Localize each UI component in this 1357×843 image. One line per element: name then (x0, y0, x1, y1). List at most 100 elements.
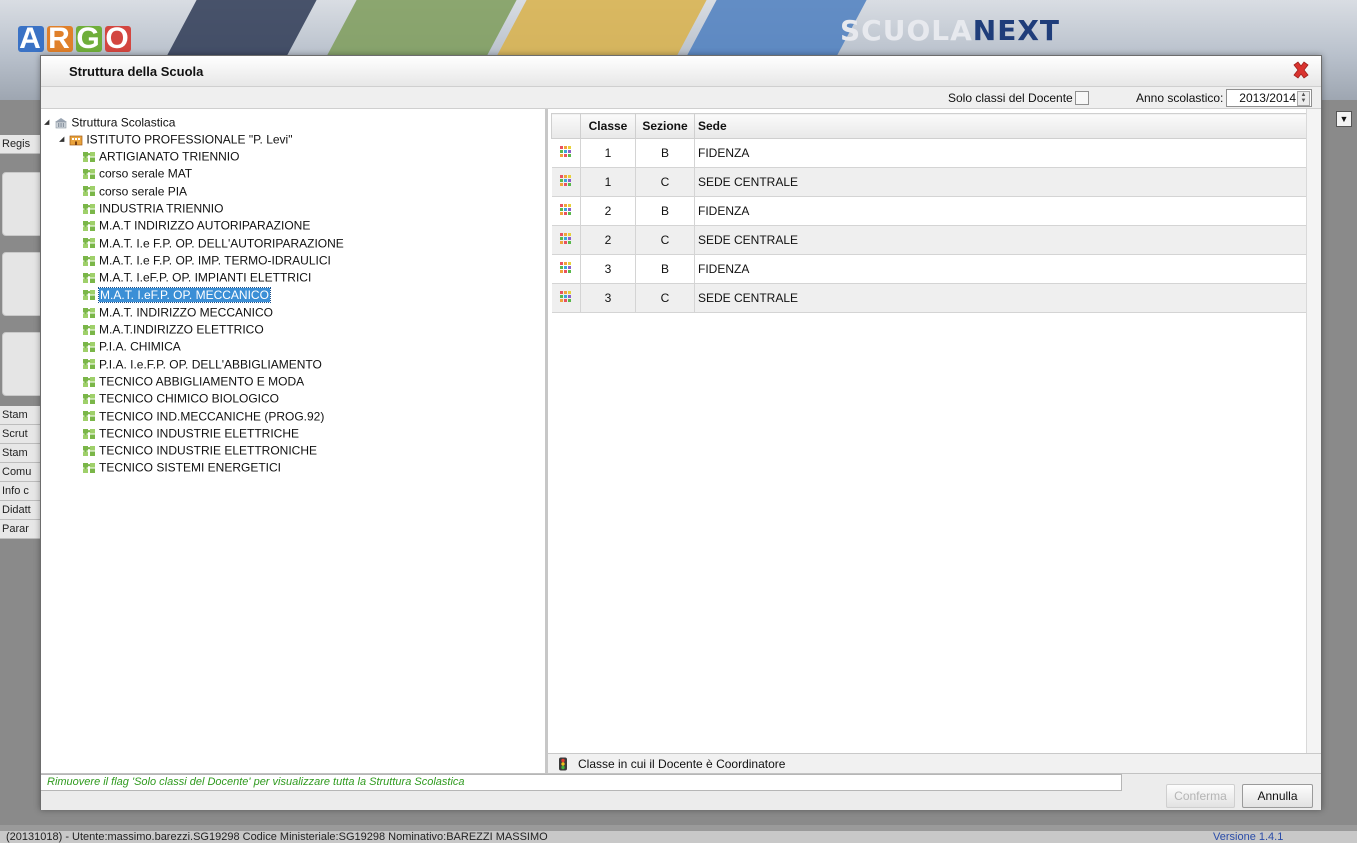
course-puzzle-icon (83, 151, 95, 162)
course-puzzle-icon (83, 394, 95, 405)
tree-node-label: M.A.T.INDIRIZZO ELETTRICO (99, 322, 264, 337)
app-combo-dropdown-icon[interactable]: ▼ (1336, 111, 1352, 127)
anno-scolastico-value: 2013/2014 (1239, 91, 1296, 105)
row-icon-cell (551, 167, 581, 197)
app-menu-item[interactable]: Didatt (0, 501, 45, 520)
classes-table-panel: Classe Sezione Sede 1 B FIDENZA 1 C SEDE CENT… (548, 109, 1321, 779)
table-header-sezione[interactable]: Sezione (635, 113, 695, 139)
legend-bar: Classe in cui il Docente è Coordinatore (548, 753, 1321, 774)
course-puzzle-icon (83, 463, 95, 474)
cell-classe: 1 (580, 167, 636, 197)
class-grid-icon (560, 291, 572, 302)
tree-node-course[interactable]: corso serale PIA (82, 183, 187, 200)
table-row[interactable]: 1 B FIDENZA (551, 138, 1307, 168)
tree-node-course[interactable]: M.A.T INDIRIZZO AUTORIPARAZIONE (82, 217, 310, 234)
class-grid-icon (560, 175, 572, 186)
app-menu-item[interactable]: Stam (0, 406, 45, 425)
table-scrollbar[interactable] (1306, 109, 1321, 779)
tree-node-label: TECNICO INDUSTRIE ELETTRICHE (99, 426, 300, 441)
expand-triangle-icon[interactable]: ◢ (59, 131, 66, 148)
course-puzzle-icon (83, 203, 95, 214)
table-header-sede[interactable]: Sede (694, 113, 1307, 139)
tree-node-course[interactable]: TECNICO IND.MECCANICHE (PROG.92) (82, 408, 324, 425)
tree-node-root[interactable]: ◢ Struttura Scolastica (44, 114, 175, 131)
spinner-arrows-icon[interactable]: ▲ ▼ (1297, 91, 1310, 106)
cell-sezione: C (635, 283, 695, 313)
cell-sede: SEDE CENTRALE (694, 167, 1307, 197)
tree-node-label: ARTIGIANATO TRIENNIO (99, 149, 240, 164)
tree-node-course[interactable]: P.I.A. CHIMICA (82, 338, 181, 355)
table-row[interactable]: 2 C SEDE CENTRALE (551, 225, 1307, 255)
cell-sede: FIDENZA (694, 138, 1307, 168)
tree-node-label: TECNICO SISTEMI ENERGETICI (99, 460, 282, 475)
app-menu-item[interactable]: Info c (0, 482, 45, 501)
scuolanext-logo: SCUOLANEXT (840, 14, 1060, 47)
tree-node-label: TECNICO CHIMICO BIOLOGICO (99, 391, 280, 406)
tree-node-course[interactable]: TECNICO ABBIGLIAMENTO E MODA (82, 373, 304, 390)
tree-node-label: M.A.T INDIRIZZO AUTORIPARAZIONE (99, 218, 311, 233)
table-header-classe[interactable]: Classe (580, 113, 636, 139)
tree-node-course[interactable]: TECNICO CHIMICO BIOLOGICO (82, 390, 279, 407)
version-label: Versione 1.4.1 (1213, 831, 1284, 843)
tree-node-course[interactable]: M.A.T. I.e F.P. OP. DELL'AUTORIPARAZIONE (82, 235, 344, 252)
course-puzzle-icon (83, 255, 95, 266)
app-menu-item[interactable]: Parar (0, 520, 45, 539)
cell-sede: FIDENZA (694, 196, 1307, 226)
tree-node-course[interactable]: M.A.T. I.eF.P. OP. MECCANICO (82, 286, 271, 303)
tree-node-label: M.A.T. I.eF.P. OP. MECCANICO (98, 286, 271, 303)
class-grid-icon (560, 146, 572, 157)
app-menu-item[interactable]: Scrut (0, 425, 45, 444)
course-puzzle-icon (83, 169, 95, 180)
course-puzzle-icon (83, 186, 95, 197)
status-text: (20131018) - Utente:massimo.barezzi.SG19… (6, 831, 548, 843)
app-menu-item[interactable]: Stam (0, 444, 45, 463)
argo-logo-letter: G (76, 22, 102, 55)
cell-sede: SEDE CENTRALE (694, 225, 1307, 255)
tree-node-course[interactable]: P.I.A. I.e.F.P. OP. DELL'ABBIGLIAMENTO (82, 356, 322, 373)
close-icon[interactable] (1290, 59, 1312, 81)
course-puzzle-icon (83, 359, 95, 370)
cell-classe: 3 (580, 283, 636, 313)
tree-node-course[interactable]: TECNICO INDUSTRIE ELETTRONICHE (82, 442, 317, 459)
annulla-button[interactable]: Annulla (1242, 784, 1313, 808)
tree-node-course[interactable]: TECNICO INDUSTRIE ELETTRICHE (82, 425, 299, 442)
tree-node-label: P.I.A. CHIMICA (99, 339, 181, 354)
app-menu-item[interactable]: Regis (0, 135, 45, 154)
tree-node-course[interactable]: M.A.T.INDIRIZZO ELETTRICO (82, 321, 264, 338)
tree-node-course[interactable]: INDUSTRIA TRIENNIO (82, 200, 223, 217)
app-menu-item[interactable]: Comu (0, 463, 45, 482)
table-row[interactable]: 3 B FIDENZA (551, 254, 1307, 284)
course-puzzle-icon (83, 445, 95, 456)
table-row[interactable]: 3 C SEDE CENTRALE (551, 283, 1307, 313)
row-icon-cell (551, 138, 581, 168)
tree-node-label: corso serale PIA (99, 183, 188, 198)
tree-node-label: corso serale MAT (99, 166, 193, 181)
school-structure-tree: ◢ Struttura Scolastica ◢ ISTITUTO PROFES… (41, 109, 548, 779)
cell-classe: 3 (580, 254, 636, 284)
tree-node-course[interactable]: M.A.T. I.e F.P. OP. IMP. TERMO-IDRAULICI (82, 252, 331, 269)
table-row[interactable]: 1 C SEDE CENTRALE (551, 167, 1307, 197)
tree-node-course[interactable]: M.A.T. I.eF.P. OP. IMPIANTI ELETTRICI (82, 269, 311, 286)
expand-triangle-icon[interactable]: ◢ (44, 114, 51, 131)
conferma-button[interactable]: Conferma (1166, 784, 1235, 808)
classes-table-body: 1 B FIDENZA 1 C SEDE CENTRALE 2 B FIDENZA 2 C SEDE … (551, 138, 1307, 313)
tree-node-course[interactable]: TECNICO SISTEMI ENERGETICI (82, 459, 281, 476)
tree-node-course[interactable]: M.A.T. INDIRIZZO MECCANICO (82, 304, 273, 321)
school-building-icon (55, 117, 68, 129)
anno-scolastico-spinner[interactable]: 2013/2014 ▲ ▼ (1226, 89, 1312, 107)
cell-sede: FIDENZA (694, 254, 1307, 284)
tree-node-course[interactable]: corso serale MAT (82, 165, 192, 182)
argo-logo-letter: O (105, 22, 131, 55)
row-icon-cell (551, 254, 581, 284)
tree-node-label: INDUSTRIA TRIENNIO (99, 201, 224, 216)
cell-sezione: B (635, 254, 695, 284)
dialog-title-bar[interactable]: Struttura della Scuola (41, 56, 1321, 87)
course-puzzle-icon (83, 307, 95, 318)
app-status-bar: (20131018) - Utente:massimo.barezzi.SG19… (0, 831, 1357, 843)
tree-node-institute[interactable]: ◢ ISTITUTO PROFESSIONALE "P. Levi" (59, 131, 292, 148)
solo-classi-label: Solo classi del Docente (948, 91, 1073, 105)
table-row[interactable]: 2 B FIDENZA (551, 196, 1307, 226)
solo-classi-checkbox[interactable] (1075, 91, 1089, 105)
tree-node-course[interactable]: ARTIGIANATO TRIENNIO (82, 148, 239, 165)
traffic-light-icon (559, 757, 567, 771)
